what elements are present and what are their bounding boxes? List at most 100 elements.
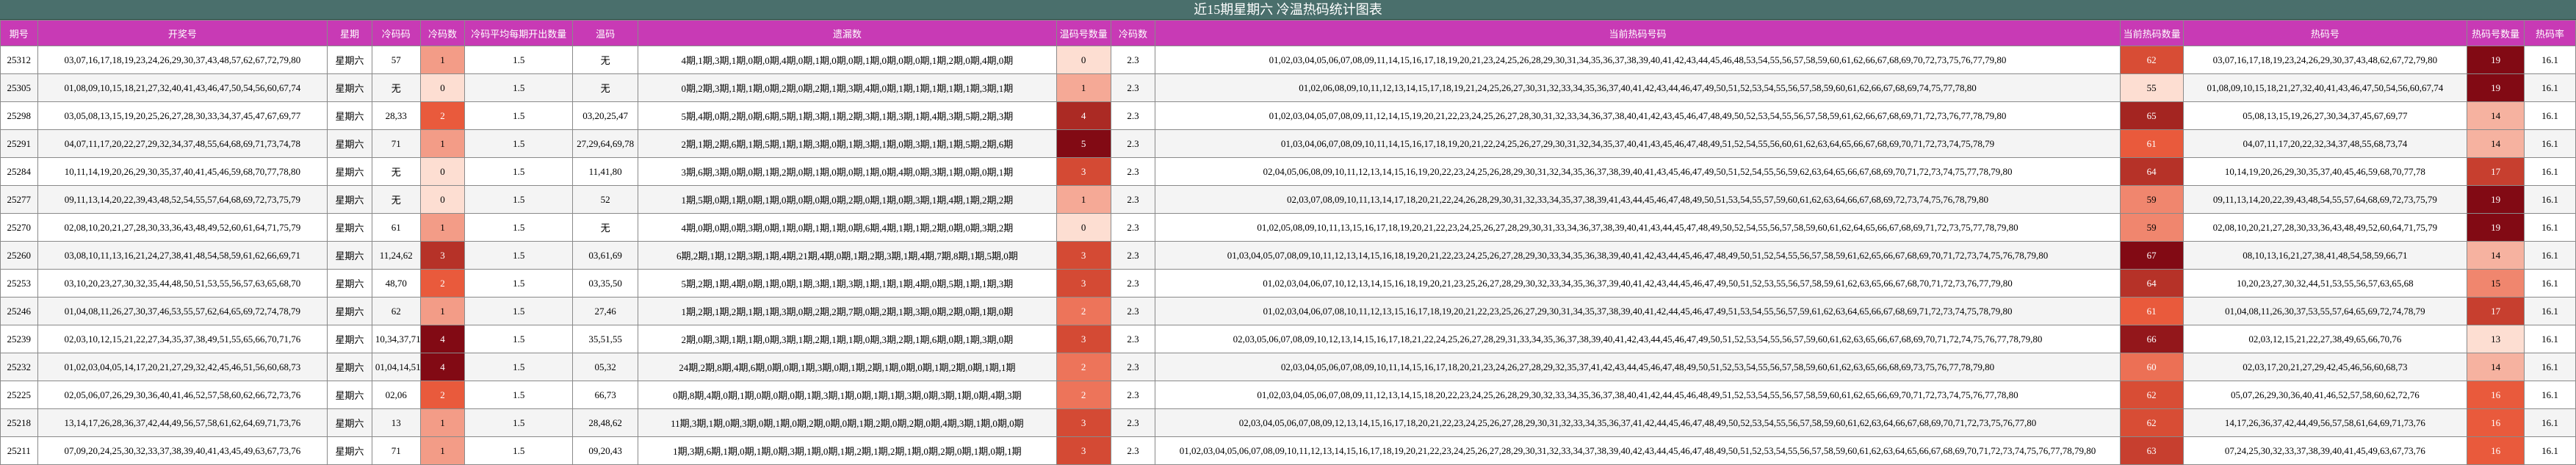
cell-issue: 25284 (0, 157, 38, 186)
cell-cold: 62 (371, 297, 421, 325)
cell-rate: 16.1 (2524, 129, 2576, 158)
stats-page: 近15期星期六 冷温热码统计图表 期号 开奖号 星期 冷码码 冷码数 冷码平均每期开出数量… (0, 0, 2576, 465)
cell-cold-avg: 1.5 (464, 213, 574, 242)
cell-draw: 02,08,10,20,21,27,28,30,33,36,43,48,49,5… (37, 213, 328, 242)
cell-hot-draw: 14,17,26,36,37,42,44,49,56,57,58,61,64,6… (2182, 408, 2468, 437)
cell-draw: 03,07,16,17,18,19,23,24,26,29,30,37,43,4… (37, 46, 328, 74)
cell-weekday: 星期六 (327, 436, 372, 465)
cell-issue: 25312 (0, 46, 38, 74)
cell-cold2: 2.3 (1110, 129, 1156, 158)
cell-cold-avg: 1.5 (464, 325, 574, 353)
cell-rate: 16.1 (2524, 269, 2576, 298)
cell-hot-count: 55 (2119, 73, 2184, 102)
cell-hot-nums: 01,03,04,06,07,08,09,10,11,14,15,16,17,1… (1155, 129, 2121, 158)
cell-hot-count: 61 (2119, 129, 2184, 158)
cell-cold2: 2.3 (1110, 353, 1156, 381)
cell-draw: 10,11,14,19,20,26,29,30,35,37,40,41,45,4… (37, 157, 328, 186)
cell-weekday: 星期六 (327, 408, 372, 437)
cell-draw: 03,05,08,13,15,19,20,25,26,27,28,30,33,3… (37, 101, 328, 130)
cell-warm-count: 2 (1056, 297, 1111, 325)
table-row: 25253 03,10,20,23,27,30,32,35,44,48,50,51… (0, 269, 2576, 298)
table-header-row: 期号 开奖号 星期 冷码码 冷码数 冷码平均每期开出数量 温码 遗漏数 温码号数量 冷码数 当前热码… (0, 20, 2576, 46)
cell-warm-count: 3 (1056, 325, 1111, 353)
cell-hot-draw-count: 17 (2467, 297, 2525, 325)
table-row: 25312 03,07,16,17,18,19,23,24,26,29,30,37… (0, 46, 2576, 74)
cell-cold-count: 1 (419, 46, 466, 74)
cell-draw: 09,11,13,14,20,22,39,43,48,52,54,55,57,6… (37, 185, 328, 214)
column-header: 热码号数量 (2467, 20, 2525, 46)
cell-issue: 25246 (0, 297, 38, 325)
table-row: 25298 03,05,08,13,15,19,20,25,26,27,28,30… (0, 101, 2576, 130)
cell-issue: 25270 (0, 213, 38, 242)
cell-cold2: 2.3 (1110, 381, 1156, 409)
cell-hot-draw-count: 16 (2467, 408, 2525, 437)
cell-rate: 16.1 (2524, 46, 2576, 74)
cell-warm-count: 3 (1056, 241, 1111, 270)
cell-hot-draw-count: 19 (2467, 185, 2525, 214)
cell-warm: 11,41,80 (572, 157, 639, 186)
cell-hot-count: 66 (2119, 325, 2184, 353)
cell-missing: 24期,2期,8期,4期,6期,0期,0期,1期,3期,0期,1期,2期,1期,… (638, 353, 1057, 381)
cell-hot-nums: 01,02,03,04,06,07,10,12,13,14,15,16,18,1… (1155, 269, 2121, 298)
cell-cold: 28,33 (371, 101, 421, 130)
cell-hot-draw-count: 19 (2467, 73, 2525, 102)
cell-issue: 25291 (0, 129, 38, 158)
table-row: 25239 02,03,10,12,15,21,22,27,34,35,37,38… (0, 325, 2576, 353)
cell-warm-count: 1 (1056, 73, 1111, 102)
cell-hot-count: 63 (2119, 436, 2184, 465)
cell-warm-count: 2 (1056, 353, 1111, 381)
cell-issue: 25211 (0, 436, 38, 465)
cell-warm: 无 (572, 46, 639, 74)
cell-cold-count: 4 (419, 353, 466, 381)
cell-cold: 61 (371, 213, 421, 242)
cell-cold: 48,70 (371, 269, 421, 298)
cell-cold-avg: 1.5 (464, 157, 574, 186)
cell-draw: 02,05,06,07,26,29,30,36,40,41,46,52,57,5… (37, 381, 328, 409)
cell-cold-avg: 1.5 (464, 269, 574, 298)
column-header: 温码 (572, 20, 639, 46)
cell-cold-avg: 1.5 (464, 353, 574, 381)
cell-issue: 25239 (0, 325, 38, 353)
cell-weekday: 星期六 (327, 185, 372, 214)
cell-rate: 16.1 (2524, 436, 2576, 465)
cell-hot-draw-count: 15 (2467, 269, 2525, 298)
cell-warm-count: 3 (1056, 408, 1111, 437)
cell-cold: 01,04,14,51 (371, 353, 421, 381)
cell-hot-draw-count: 14 (2467, 129, 2525, 158)
cell-cold-avg: 1.5 (464, 381, 574, 409)
cell-hot-draw: 10,14,19,20,26,29,30,35,37,40,45,46,59,6… (2182, 157, 2468, 186)
cell-cold-avg: 1.5 (464, 185, 574, 214)
cell-rate: 16.1 (2524, 185, 2576, 214)
cell-hot-nums: 01,02,03,04,06,07,08,10,11,12,13,15,16,1… (1155, 297, 2121, 325)
cell-missing: 4期,0期,0期,0期,3期,0期,1期,0期,1期,1期,0期,6期,4期,1… (638, 213, 1057, 242)
cell-cold2: 2.3 (1110, 325, 1156, 353)
cell-rate: 16.1 (2524, 157, 2576, 186)
cell-warm: 无 (572, 73, 639, 102)
cell-cold-avg: 1.5 (464, 297, 574, 325)
table-row: 25232 01,02,03,04,05,14,17,20,21,27,29,32… (0, 353, 2576, 381)
cell-rate: 16.1 (2524, 101, 2576, 130)
column-header: 遗漏数 (638, 20, 1057, 46)
cell-weekday: 星期六 (327, 381, 372, 409)
cell-hot-nums: 01,03,04,05,07,08,09,10,11,12,13,14,15,1… (1155, 241, 2121, 270)
column-header: 期号 (0, 20, 38, 46)
cell-cold: 57 (371, 46, 421, 74)
cell-hot-draw: 10,20,23,27,30,32,44,51,53,55,56,57,63,6… (2182, 269, 2468, 298)
cell-cold2: 2.3 (1110, 269, 1156, 298)
cell-hot-count: 65 (2119, 101, 2184, 130)
cell-cold-count: 1 (419, 436, 466, 465)
cell-cold2: 2.3 (1110, 101, 1156, 130)
cell-hot-draw-count: 14 (2467, 241, 2525, 270)
cell-hot-draw: 08,10,13,16,21,27,38,41,48,54,58,59,66,7… (2182, 241, 2468, 270)
cell-hot-draw-count: 19 (2467, 213, 2525, 242)
cell-warm: 03,61,69 (572, 241, 639, 270)
cell-draw: 03,08,10,11,13,16,21,24,27,38,41,48,54,5… (37, 241, 328, 270)
cell-rate: 16.1 (2524, 353, 2576, 381)
cell-rate: 16.1 (2524, 73, 2576, 102)
cell-missing: 2期,1期,2期,6期,1期,5期,1期,1期,3期,0期,1期,3期,1期,0… (638, 129, 1057, 158)
cell-missing: 2期,0期,3期,1期,1期,0期,3期,1期,2期,1期,1期,0期,3期,2… (638, 325, 1057, 353)
cell-cold: 10,34,37,71 (371, 325, 421, 353)
cell-missing: 1期,5期,0期,1期,0期,1期,0期,0期,0期,0期,2期,0期,1期,0… (638, 185, 1057, 214)
cell-issue: 25218 (0, 408, 38, 437)
cell-weekday: 星期六 (327, 241, 372, 270)
